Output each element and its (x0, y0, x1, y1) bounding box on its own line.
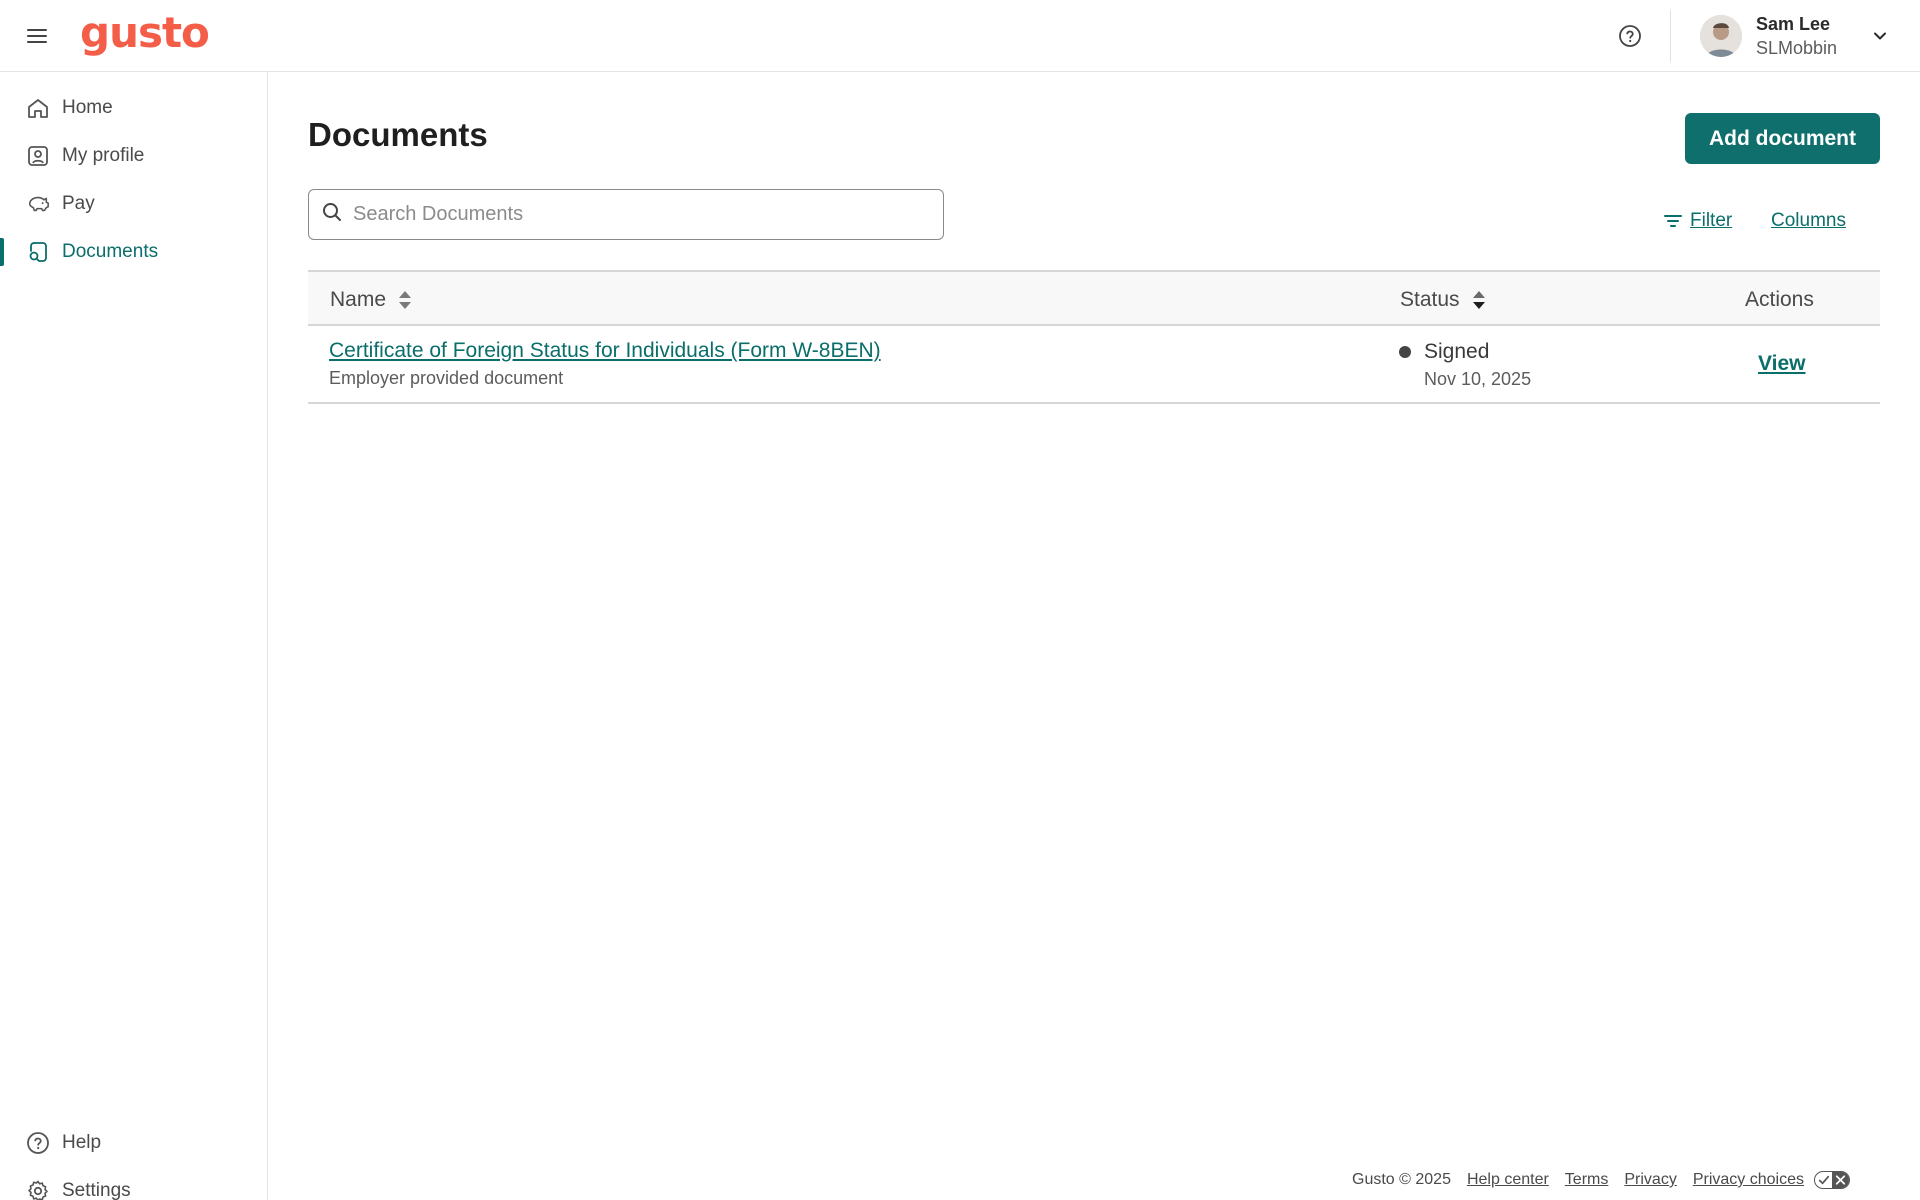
page-title: Documents (308, 116, 488, 153)
sort-icon[interactable] (1472, 290, 1486, 310)
view-document-link[interactable]: View (1758, 352, 1805, 376)
user-menu[interactable]: Sam Lee SLMobbin (1700, 12, 1890, 60)
gusto-logo[interactable]: gusto (80, 8, 210, 57)
chevron-down-icon[interactable] (1870, 26, 1890, 46)
table-row: Certificate of Foreign Status for Indivi… (308, 326, 1880, 404)
status-badge: Signed (1424, 340, 1490, 363)
footer-link-privacy[interactable]: Privacy (1624, 1171, 1676, 1189)
user-name: Sam Lee (1756, 14, 1831, 34)
sidebar: Home My profile Pay Documents Help Setti… (0, 72, 268, 1200)
table-header: Name Status Actions (308, 270, 1880, 326)
documents-icon (26, 240, 50, 264)
footer-link-terms[interactable]: Terms (1565, 1171, 1609, 1189)
sidebar-item-label: Home (62, 97, 113, 118)
sidebar-item-label: Pay (62, 193, 95, 214)
filter-button[interactable]: Filter (1664, 210, 1732, 232)
topbar-divider (1670, 10, 1671, 62)
piggy-bank-icon (26, 192, 50, 216)
search-input[interactable] (353, 203, 933, 226)
filter-label[interactable]: Filter (1690, 210, 1732, 232)
status-dot-icon (1399, 346, 1411, 358)
sidebar-item-my-profile[interactable]: My profile (0, 134, 267, 178)
column-header-name[interactable]: Name (330, 288, 412, 312)
privacy-choices-toggle-icon[interactable] (1813, 1171, 1850, 1189)
sidebar-item-documents[interactable]: Documents (0, 230, 267, 274)
footer-link-privacy-choices[interactable]: Privacy choices (1693, 1171, 1804, 1189)
avatar (1700, 15, 1742, 57)
sidebar-item-label: Documents (62, 241, 159, 262)
home-icon (26, 96, 50, 120)
copyright-text: Gusto © 2025 (1352, 1171, 1451, 1188)
footer-link-help-center[interactable]: Help center (1467, 1171, 1549, 1189)
user-company: SLMobbin (1756, 38, 1838, 58)
column-header-label: Name (330, 288, 387, 311)
sidebar-item-label: My profile (62, 145, 145, 166)
gear-icon (26, 1179, 50, 1200)
sidebar-item-pay[interactable]: Pay (0, 182, 267, 226)
column-header-label: Actions (1745, 288, 1814, 311)
question-circle-icon (26, 1131, 50, 1155)
column-header-actions: Actions (1745, 288, 1814, 312)
sidebar-item-label: Settings (62, 1180, 131, 1200)
sidebar-item-help[interactable]: Help (0, 1121, 267, 1165)
add-document-button[interactable]: Add document (1685, 113, 1880, 164)
question-circle-icon[interactable] (1614, 20, 1646, 52)
search-box (308, 189, 944, 240)
sort-icon[interactable] (398, 290, 412, 310)
footer: Gusto © 2025 Help center Terms Privacy P… (1352, 1171, 1850, 1189)
search-icon (321, 201, 343, 228)
hamburger-menu-icon[interactable] (24, 22, 52, 50)
document-name-link[interactable]: Certificate of Foreign Status for Indivi… (329, 339, 881, 363)
columns-button[interactable]: Columns (1771, 210, 1846, 232)
profile-icon (26, 144, 50, 168)
top-bar: gusto Sam Lee SLMobbin (0, 0, 1920, 72)
column-header-status[interactable]: Status (1400, 288, 1486, 312)
column-header-label: Status (1400, 288, 1460, 311)
sidebar-item-settings[interactable]: Settings (0, 1169, 267, 1200)
status-date: Nov 10, 2025 (1424, 369, 1532, 389)
sidebar-item-home[interactable]: Home (0, 86, 267, 130)
filter-icon (1664, 214, 1682, 228)
sidebar-item-label: Help (62, 1132, 102, 1153)
document-subtitle: Employer provided document (329, 368, 564, 388)
